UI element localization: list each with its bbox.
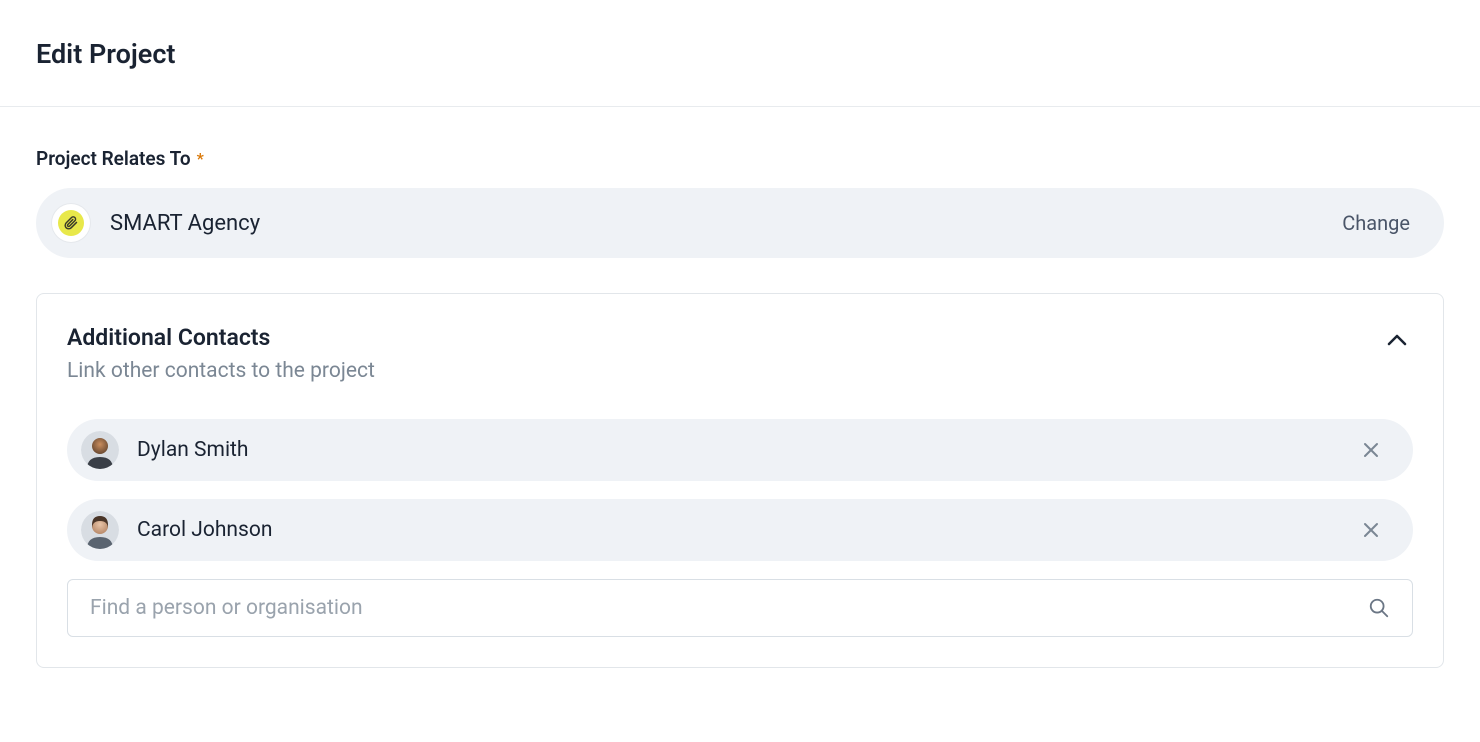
relates-to-pill: SMART Agency Change <box>36 188 1444 258</box>
remove-contact-button[interactable] <box>1359 518 1383 542</box>
contact-name: Carol Johnson <box>137 518 272 542</box>
contact-left: Carol Johnson <box>81 511 272 549</box>
relates-to-label-text: Project Relates To <box>36 147 191 170</box>
additional-contacts-subtitle: Link other contacts to the project <box>67 359 375 383</box>
org-avatar <box>52 204 90 242</box>
contact-left: Dylan Smith <box>81 431 248 469</box>
page-content: Project Relates To * SMART Agency Change… <box>0 107 1480 688</box>
required-indicator: * <box>197 151 204 167</box>
contact-chip: Carol Johnson <box>67 499 1413 561</box>
additional-contacts-panel: Additional Contacts Link other contacts … <box>36 293 1444 668</box>
remove-contact-button[interactable] <box>1359 438 1383 462</box>
avatar <box>81 511 119 549</box>
contact-chip: Dylan Smith <box>67 419 1413 481</box>
close-icon <box>1363 442 1379 458</box>
org-name: SMART Agency <box>110 211 260 236</box>
contact-search-input[interactable] <box>90 596 1368 620</box>
additional-contacts-title: Additional Contacts <box>67 324 375 351</box>
search-icon <box>1368 597 1390 619</box>
relates-to-org: SMART Agency <box>52 204 260 242</box>
collapse-toggle[interactable] <box>1387 324 1413 346</box>
paperclip-icon <box>64 216 78 230</box>
org-avatar-inner <box>58 210 84 236</box>
chevron-up-icon <box>1387 334 1407 346</box>
change-button[interactable]: Change <box>1342 211 1410 235</box>
relates-to-label: Project Relates To * <box>36 147 1444 170</box>
panel-header-text: Additional Contacts Link other contacts … <box>67 324 375 383</box>
close-icon <box>1363 522 1379 538</box>
panel-header: Additional Contacts Link other contacts … <box>67 324 1413 383</box>
contact-name: Dylan Smith <box>137 438 248 462</box>
search-row <box>67 579 1413 637</box>
page-title: Edit Project <box>36 38 1444 70</box>
avatar <box>81 431 119 469</box>
page-header: Edit Project <box>0 0 1480 107</box>
